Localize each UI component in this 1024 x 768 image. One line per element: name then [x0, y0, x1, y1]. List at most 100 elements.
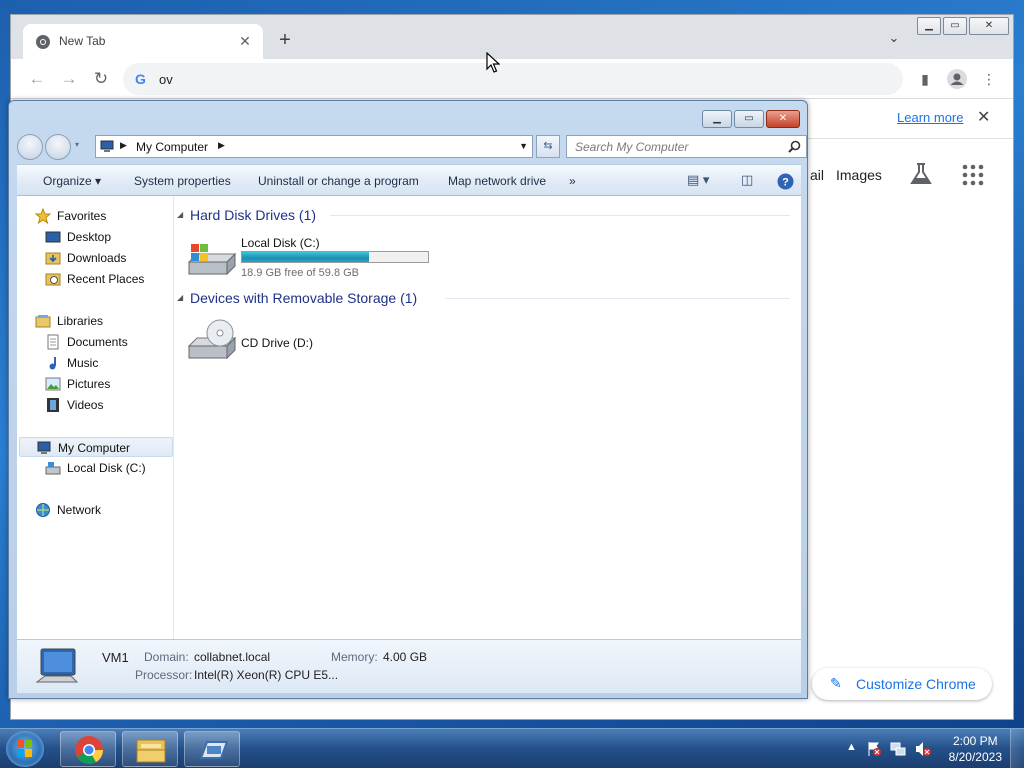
- address-text[interactable]: My Computer: [136, 140, 208, 154]
- preview-pane-icon[interactable]: ◫: [741, 172, 753, 188]
- google-apps-icon[interactable]: [961, 163, 985, 187]
- uninstall-program-button[interactable]: Uninstall or change a program: [258, 174, 419, 188]
- customize-chrome-button[interactable]: ✎ Customize Chrome: [812, 668, 992, 700]
- drive-d-name: CD Drive (D:): [241, 336, 313, 350]
- chrome-menu-icon[interactable]: ⋮: [977, 67, 1001, 91]
- command-bar: Organize ▾ System properties Uninstall o…: [17, 164, 801, 196]
- drive-cd-d[interactable]: CD Drive (D:): [187, 318, 347, 362]
- volume-muted-icon[interactable]: [914, 741, 932, 757]
- memory-value: 4.00 GB: [383, 650, 428, 664]
- explorer-maximize-button[interactable]: ▭: [734, 110, 764, 128]
- profile-avatar-icon[interactable]: [945, 67, 969, 91]
- breadcrumb-arrow-icon[interactable]: ▶: [218, 140, 225, 151]
- change-view-icon[interactable]: ▤ ▾: [687, 172, 709, 188]
- computer-name: VM1: [102, 650, 129, 665]
- help-icon[interactable]: ?: [777, 173, 794, 190]
- folder-icon: [136, 739, 166, 763]
- show-hidden-icons-arrow[interactable]: ▲: [846, 741, 857, 753]
- computer-icon: [100, 140, 114, 152]
- group-hard-disk-drives[interactable]: Hard Disk Drives (1): [190, 207, 316, 223]
- domain-value: collabnet.local: [194, 650, 271, 664]
- libraries-icon: [35, 315, 51, 328]
- drive-c-free-space: 18.9 GB free of 59.8 GB: [241, 267, 360, 279]
- music-note-icon: [49, 357, 56, 370]
- network-icon: [36, 503, 50, 517]
- map-network-drive-button[interactable]: Map network drive: [448, 174, 546, 188]
- collapse-group-icon[interactable]: ◢: [177, 293, 183, 302]
- action-center-flag-icon[interactable]: [866, 741, 882, 757]
- processor-value: Intel(R) Xeon(R) CPU E5...: [194, 668, 339, 682]
- organize-button[interactable]: Organize ▾: [43, 174, 101, 188]
- content-pane: ◢ Hard Disk Drives (1) Local Disk (C:) 1…: [175, 196, 801, 639]
- gmail-link[interactable]: ail: [810, 167, 824, 183]
- more-commands-button[interactable]: »: [569, 174, 576, 188]
- search-icon[interactable]: [788, 140, 801, 153]
- new-tab-button[interactable]: +: [273, 29, 297, 53]
- collapse-group-icon[interactable]: ◢: [177, 210, 183, 219]
- explorer-minimize-button[interactable]: ▁: [702, 110, 732, 128]
- drive-c-name: Local Disk (C:): [241, 236, 320, 250]
- network-status-icon[interactable]: [890, 741, 906, 757]
- system-properties-button[interactable]: System properties: [134, 174, 231, 188]
- drive-local-disk-c[interactable]: Local Disk (C:) 18.9 GB free of 59.8 GB: [187, 236, 447, 280]
- breadcrumb-arrow-icon[interactable]: ▶: [120, 140, 127, 151]
- system-clock[interactable]: 2:00 PM 8/20/2023: [949, 733, 1002, 765]
- google-g-icon: G: [135, 71, 146, 87]
- search-box[interactable]: Search My Computer: [566, 135, 807, 158]
- svg-text:?: ?: [782, 177, 789, 189]
- windows-logo-icon: [17, 740, 32, 757]
- pencil-icon: ✎: [830, 675, 842, 691]
- tab-title: New Tab: [59, 34, 106, 48]
- nav-my-computer[interactable]: My Computer: [19, 437, 173, 457]
- chrome-logo-icon: [75, 736, 103, 764]
- explorer-back-button[interactable]: [17, 134, 43, 160]
- tab-close-icon[interactable]: ✕: [235, 31, 255, 51]
- chrome-minimize-button[interactable]: ▁: [917, 17, 941, 35]
- learn-more-link[interactable]: Learn more: [897, 110, 963, 125]
- taskbar-explorer-button[interactable]: [122, 731, 178, 767]
- server-manager-icon: [199, 741, 229, 759]
- computer-icon: [37, 441, 51, 454]
- taskbar-chrome-button[interactable]: [60, 731, 116, 767]
- taskbar-app-button[interactable]: [184, 731, 240, 767]
- explorer-window: ▁ ▭ ✕ ▾ ▶ My Computer ▶ ▼ ⇆ Search My Co…: [8, 100, 808, 699]
- info-bar-close-icon[interactable]: ✕: [977, 107, 990, 127]
- address-dropdown-icon[interactable]: ▼: [519, 141, 528, 151]
- chrome-maximize-button[interactable]: ▭: [943, 17, 967, 35]
- drive-c-usage-bar: [241, 251, 429, 263]
- recent-places-icon: [45, 273, 61, 286]
- explorer-forward-button[interactable]: [45, 134, 71, 160]
- navigation-pane: Favorites Desktop Downloads Recent Place…: [17, 196, 174, 639]
- memory-label: Memory:: [331, 650, 378, 664]
- forward-arrow-icon[interactable]: →: [57, 67, 81, 91]
- group-removable-storage[interactable]: Devices with Removable Storage (1): [190, 290, 417, 306]
- cd-drive-icon: [187, 319, 237, 360]
- tab-search-icon[interactable]: ⌄: [884, 30, 904, 50]
- recent-pages-chevron-icon[interactable]: ▾: [75, 140, 79, 149]
- clock-time: 2:00 PM: [952, 734, 998, 748]
- show-desktop-button[interactable]: [1010, 729, 1024, 768]
- domain-label: Domain:: [144, 650, 189, 664]
- explorer-body: Favorites Desktop Downloads Recent Place…: [17, 196, 801, 639]
- tab-new-tab[interactable]: New Tab ✕: [23, 24, 263, 59]
- group-divider: [445, 298, 790, 299]
- videos-film-icon: [47, 398, 59, 412]
- start-button[interactable]: [6, 731, 44, 767]
- explorer-close-button[interactable]: ✕: [766, 110, 800, 128]
- search-placeholder: Search My Computer: [575, 140, 689, 154]
- back-arrow-icon[interactable]: ←: [25, 67, 49, 91]
- chrome-favicon-icon: [36, 35, 50, 49]
- side-panel-icon[interactable]: ▮: [913, 67, 937, 91]
- reload-icon[interactable]: ↻: [89, 67, 113, 91]
- tab-strip: New Tab ✕ + ⌄ ▁ ▭ ✕: [11, 15, 1013, 59]
- omnibox-input[interactable]: ov: [159, 72, 173, 87]
- customize-chrome-label: Customize Chrome: [856, 676, 976, 692]
- labs-flask-icon[interactable]: [908, 161, 934, 187]
- refresh-button[interactable]: ⇆: [536, 135, 560, 158]
- omnibox[interactable]: G ov: [123, 63, 903, 95]
- images-link[interactable]: Images: [836, 167, 882, 183]
- address-bar[interactable]: ▶ My Computer ▶ ▼: [95, 135, 533, 158]
- explorer-nav-bar: ▾ ▶ My Computer ▶ ▼ ⇆ Search My Computer: [17, 133, 807, 161]
- chrome-close-button[interactable]: ✕: [969, 17, 1009, 35]
- mouse-cursor-icon: [486, 52, 500, 73]
